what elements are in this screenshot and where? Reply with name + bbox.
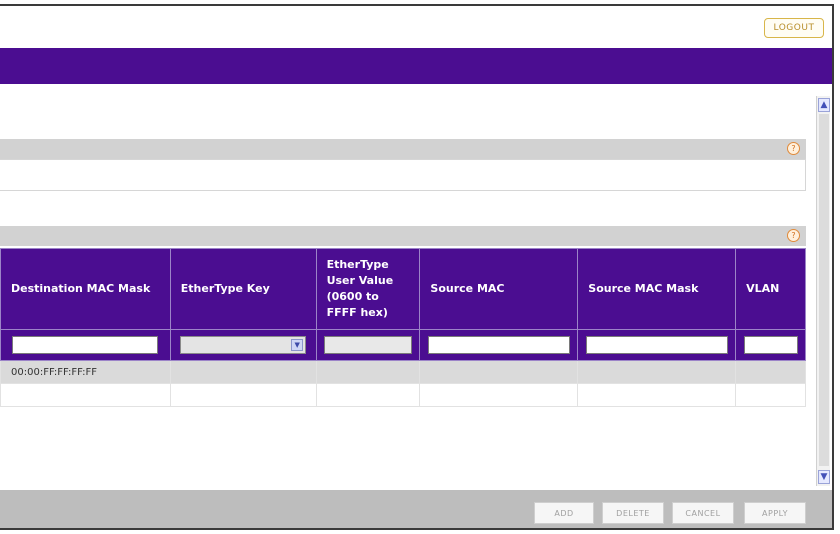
cell-dest-mac-mask: 00:00:FF:FF:FF:FF — [0, 360, 171, 384]
section-header-2: ? — [0, 226, 806, 246]
table-row[interactable]: 00:00:FF:FF:FF:FF — [0, 360, 806, 384]
source-mac-mask-input[interactable] — [585, 336, 728, 354]
footer-bar: ADD DELETE CANCEL APPLY — [0, 490, 832, 528]
chevron-down-icon[interactable]: ▼ — [818, 470, 830, 484]
vertical-scrollbar[interactable]: ▲ ▼ — [816, 96, 830, 486]
cell-ethertype-key — [169, 360, 317, 384]
acl-rules-table: Destination MAC Mask EtherType Key Ether… — [0, 248, 806, 407]
top-nav-bar — [0, 48, 832, 84]
apply-button[interactable]: APPLY — [744, 502, 806, 524]
section-header-1: ? — [0, 139, 806, 159]
ethertype-user-value-input[interactable] — [324, 336, 412, 354]
cancel-button[interactable]: CANCEL — [672, 502, 734, 524]
col-header-ethertype-key[interactable]: EtherType Key — [169, 248, 317, 330]
ethertype-key-select[interactable]: ▼ — [180, 336, 307, 354]
cell-ethertype-user-value — [315, 360, 421, 384]
cell-vlan — [735, 360, 806, 384]
chevron-up-icon[interactable]: ▲ — [818, 98, 830, 112]
help-icon[interactable]: ? — [787, 142, 800, 155]
add-button[interactable]: ADD — [534, 502, 594, 524]
help-icon[interactable]: ? — [787, 229, 800, 242]
cell-source-mac — [419, 360, 579, 384]
section-body-1 — [0, 159, 806, 191]
app-window: LOGOUT ? ? Destination MAC Mask EtherTyp… — [0, 4, 834, 530]
chevron-down-icon[interactable]: ▼ — [291, 339, 304, 351]
col-header-dest-mac-mask[interactable]: Destination MAC Mask — [0, 248, 171, 330]
table-header-row: Destination MAC Mask EtherType Key Ether… — [0, 248, 806, 330]
vlan-input[interactable] — [743, 336, 798, 354]
cell-source-mac-mask — [577, 360, 737, 384]
col-header-vlan[interactable]: VLAN — [735, 248, 806, 330]
logout-button[interactable]: LOGOUT — [764, 18, 824, 38]
col-header-source-mac-mask[interactable]: Source MAC Mask — [577, 248, 737, 330]
source-mac-input[interactable] — [427, 336, 570, 354]
col-header-source-mac[interactable]: Source MAC — [419, 248, 579, 330]
col-header-ethertype-user-value[interactable]: EtherType User Value (0600 to FFFF hex) — [315, 248, 421, 330]
table-row — [0, 383, 806, 407]
scrollbar-thumb[interactable] — [819, 114, 829, 466]
delete-button[interactable]: DELETE — [602, 502, 664, 524]
filter-row: ▼ — [0, 329, 806, 361]
dest-mac-mask-input[interactable] — [12, 336, 159, 354]
